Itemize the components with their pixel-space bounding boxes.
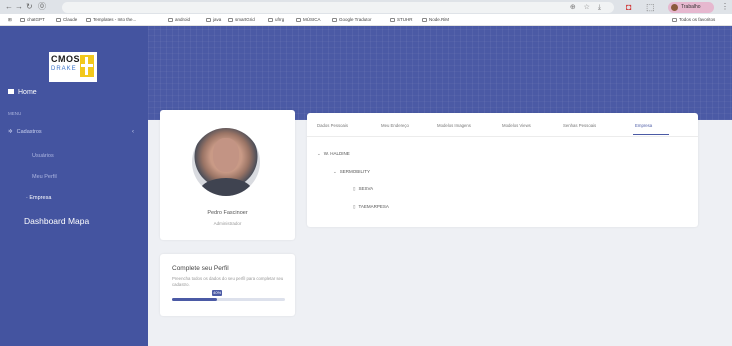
tree-node-root[interactable]: ⌄ W. HALDINE bbox=[317, 151, 350, 157]
profile-label: Trabalho bbox=[681, 4, 701, 10]
tree-node-label: TAEMARPESA bbox=[358, 204, 389, 209]
profile-button[interactable]: Trabalho bbox=[668, 2, 714, 13]
bookmark-item[interactable]: MÚSICA bbox=[296, 17, 321, 22]
tree-node-label: SESVA bbox=[358, 186, 374, 191]
arrow-left-icon[interactable]: ← bbox=[5, 3, 13, 11]
tree-node-leaf[interactable]: ▯ SESVA bbox=[353, 186, 373, 192]
sidebar-item-meu-perfil[interactable]: Meu Perfil bbox=[32, 174, 57, 180]
bookmark-item[interactable]: smartGrid bbox=[228, 17, 255, 22]
complete-profile-card: Complete seu Perfil Preencha todos os da… bbox=[160, 254, 295, 316]
tree-node-leaf[interactable]: ▯ TAEMARPESA bbox=[353, 204, 389, 210]
sidebar-item-label: Home bbox=[18, 89, 37, 96]
logo-text: CMOS bbox=[51, 54, 80, 64]
tab-list: Dados Pessoais Meu Endereço Modelos Imag… bbox=[307, 113, 698, 137]
bookmark-item[interactable]: Templates - Into the... bbox=[86, 17, 136, 22]
profile-role: Administrador bbox=[213, 221, 242, 226]
building-icon: ▯ bbox=[353, 204, 356, 209]
progress-bar bbox=[172, 298, 285, 301]
sidebar-item-usuarios[interactable]: Usuários bbox=[32, 153, 54, 159]
tab-dados-pessoais[interactable]: Dados Pessoais bbox=[317, 123, 348, 128]
bookmark-item[interactable]: chatGPT bbox=[20, 17, 45, 22]
tree-node-label: W. HALDINE bbox=[323, 151, 350, 156]
address-actions-icon[interactable]: ⊕ ☆ ⤓ bbox=[570, 3, 604, 12]
tree-node-child[interactable]: ⌄ SERMOBILITY bbox=[333, 169, 370, 175]
sidebar-item-label: Empresa bbox=[29, 195, 52, 201]
tree-node-label: SERMOBILITY bbox=[339, 169, 371, 174]
sidebar-item-home[interactable]: Home bbox=[8, 89, 37, 96]
bookmark-item[interactable]: Claude bbox=[56, 17, 77, 22]
logo-plus-icon bbox=[80, 55, 94, 77]
all-bookmarks[interactable]: Todos os favoritos bbox=[672, 17, 715, 22]
home-icon bbox=[8, 89, 14, 94]
extension-icon[interactable]: ◘ bbox=[626, 2, 631, 12]
progress-label: 40% bbox=[212, 290, 223, 296]
complete-profile-title: Complete seu Perfil bbox=[172, 265, 229, 272]
page-header-band bbox=[148, 26, 732, 120]
browser-toolbar: ← → ↻ ⓪ ⊕ ☆ ⤓ ◘ ⬚ Trabalho ⋮ bbox=[0, 0, 732, 14]
sidebar-item-dashboard[interactable]: Dashboard Mapa bbox=[24, 216, 89, 226]
bookmarks-bar: ⊞ chatGPT Claude Templates - Into the...… bbox=[0, 14, 732, 26]
gear-icon: ✲ bbox=[8, 129, 13, 135]
avatar bbox=[192, 128, 260, 196]
address-bar[interactable]: ⊕ ☆ ⤓ bbox=[62, 2, 614, 13]
chevron-down-icon[interactable]: ⌄ bbox=[317, 151, 321, 156]
apps-icon[interactable]: ⊞ bbox=[8, 17, 12, 23]
chevron-down-icon[interactable]: ⌄ bbox=[333, 169, 337, 174]
progress-fill bbox=[172, 298, 218, 301]
sidebar-item-cadastros[interactable]: ✲ Cadastros bbox=[8, 129, 42, 135]
complete-profile-text: Preencha todos os dados do seu perfil pa… bbox=[172, 276, 284, 287]
reload-icon[interactable]: ↻ bbox=[26, 3, 33, 11]
menu-icon[interactable]: ⋮ bbox=[721, 3, 729, 11]
building-icon: ▯ bbox=[353, 186, 356, 191]
logo-subtext: DRAKE bbox=[51, 66, 77, 72]
tabs-card: Dados Pessoais Meu Endereço Modelos Imag… bbox=[307, 113, 698, 227]
tab-modelos-imagens[interactable]: Modelos Imagens bbox=[437, 123, 471, 128]
bookmark-item[interactable]: Node.RiM bbox=[422, 17, 449, 22]
bookmark-item[interactable]: java bbox=[206, 17, 221, 22]
bullet-icon: · bbox=[26, 195, 28, 201]
sidebar-section-label: MENU bbox=[8, 111, 22, 116]
profile-name: Pedro Fascinoer bbox=[207, 210, 248, 216]
puzzle-icon[interactable]: ⬚ bbox=[646, 2, 655, 12]
tab-senhas-pessoais[interactable]: Senhas Pessoais bbox=[563, 123, 596, 128]
tab-empresa[interactable]: Empresa bbox=[635, 123, 652, 128]
bookmark-item[interactable]: Google Tradutor bbox=[332, 17, 372, 22]
bookmark-item[interactable]: ufrrg bbox=[268, 17, 284, 22]
bookmark-item[interactable]: android bbox=[168, 17, 190, 22]
chevron-left-icon[interactable]: ‹ bbox=[132, 129, 134, 135]
tab-meu-endereco[interactable]: Meu Endereço bbox=[381, 123, 409, 128]
sidebar-item-label: Cadastros bbox=[16, 129, 42, 135]
sidebar-item-empresa[interactable]: · Empresa bbox=[26, 195, 51, 201]
active-tab-indicator bbox=[633, 134, 669, 135]
arrow-right-icon[interactable]: → bbox=[15, 3, 23, 11]
avatar bbox=[671, 4, 678, 11]
site-info-icon[interactable]: ⓪ bbox=[38, 3, 46, 11]
logo: CMOS DRAKE bbox=[49, 52, 97, 82]
tab-modelos-views[interactable]: Modelos Views bbox=[502, 123, 531, 128]
profile-card: Pedro Fascinoer Administrador bbox=[160, 110, 295, 240]
bookmark-item[interactable]: STUHR bbox=[390, 17, 413, 22]
